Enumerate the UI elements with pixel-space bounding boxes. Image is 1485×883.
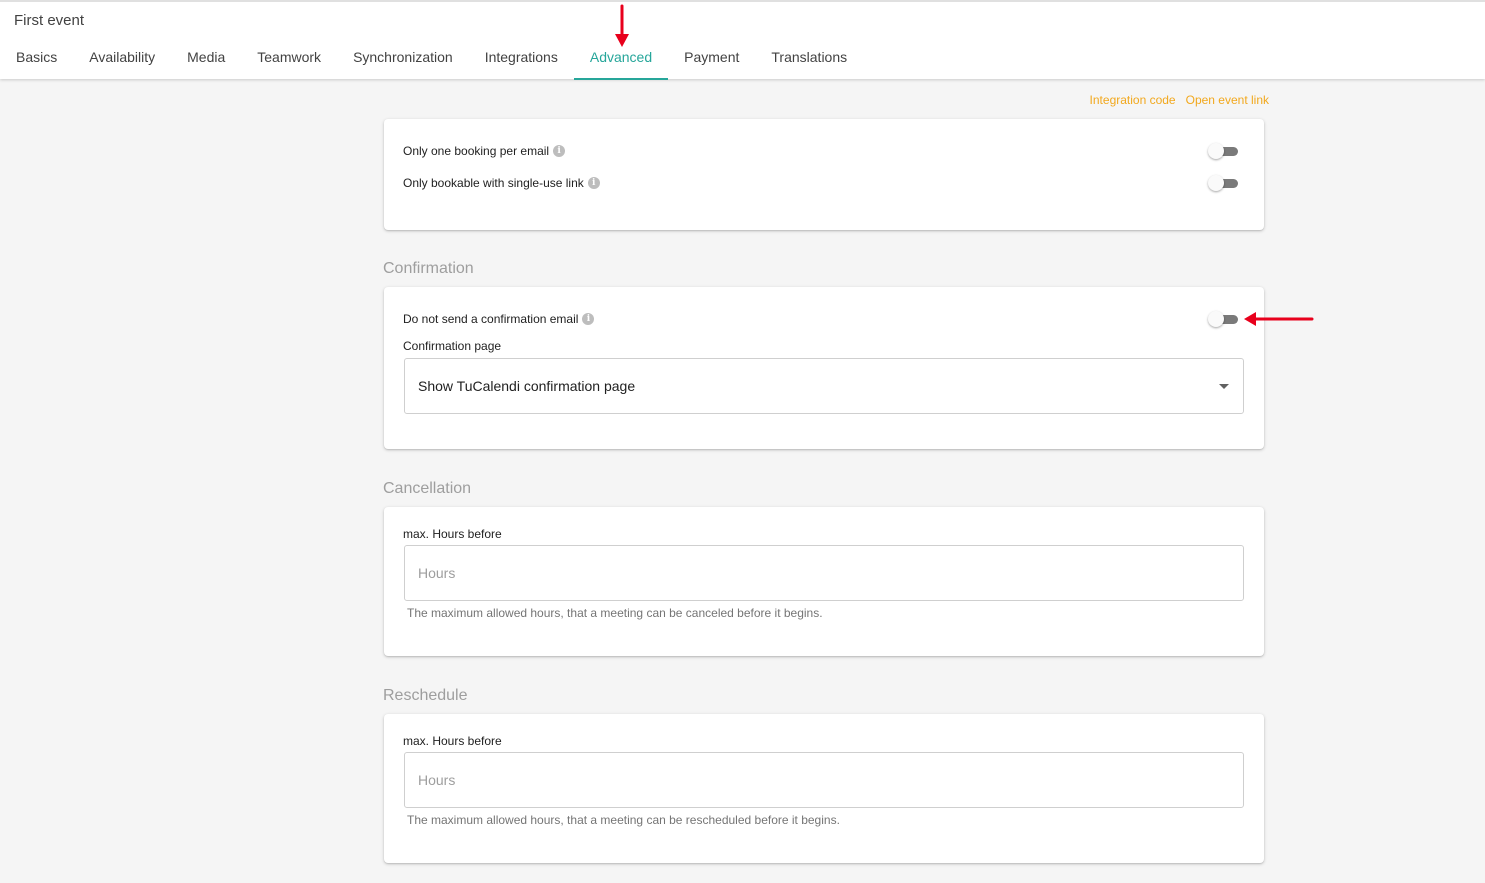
tab-translations[interactable]: Translations (755, 40, 863, 80)
single-use-link-row: Only bookable with single-use link i (403, 176, 600, 190)
cancellation-section-title: Cancellation (383, 480, 472, 497)
cancellation-hours-label: max. Hours before (403, 527, 502, 541)
toggle-knob (1208, 175, 1224, 191)
confirmation-card: Do not send a confirmation email i Confi… (384, 287, 1264, 449)
reschedule-section-title: Reschedule (383, 687, 468, 704)
tab-integrations[interactable]: Integrations (469, 40, 574, 80)
open-event-link[interactable]: Open event link (1186, 93, 1269, 107)
tab-payment[interactable]: Payment (668, 40, 755, 80)
confirmation-page-value: Show TuCalendi confirmation page (418, 378, 636, 394)
top-links: Integration code Open event link (1090, 93, 1269, 107)
reschedule-card: max. Hours before Hours The maximum allo… (384, 714, 1264, 863)
cancellation-hours-input[interactable]: Hours (404, 545, 1244, 601)
tab-availability[interactable]: Availability (73, 40, 171, 80)
booking-restrictions-card: Only one booking per email i Only bookab… (384, 119, 1264, 230)
only-one-booking-row: Only one booking per email i (403, 144, 566, 158)
no-confirmation-email-toggle[interactable] (1208, 311, 1238, 327)
reschedule-hours-placeholder: Hours (418, 772, 456, 788)
reschedule-hint: The maximum allowed hours, that a meetin… (407, 813, 840, 827)
tab-synchronization[interactable]: Synchronization (337, 40, 469, 80)
tab-bar: Basics Availability Media Teamwork Synch… (0, 40, 863, 80)
page-title: First event (14, 12, 85, 29)
tab-media[interactable]: Media (171, 40, 241, 80)
reschedule-hours-input[interactable]: Hours (404, 752, 1244, 808)
info-icon[interactable]: i (553, 145, 566, 157)
chevron-down-icon (1219, 384, 1229, 389)
confirmation-section-title: Confirmation (383, 260, 474, 277)
tab-teamwork[interactable]: Teamwork (241, 40, 337, 80)
info-icon[interactable]: i (587, 177, 600, 189)
only-one-booking-toggle[interactable] (1208, 143, 1238, 159)
tab-basics[interactable]: Basics (0, 40, 73, 80)
red-arrow-icon (615, 4, 629, 47)
confirmation-page-label: Confirmation page (403, 339, 502, 353)
reschedule-hours-label: max. Hours before (403, 734, 502, 748)
confirmation-page-select[interactable]: Show TuCalendi confirmation page (404, 358, 1244, 414)
toggle-knob (1208, 311, 1224, 327)
cancellation-hours-placeholder: Hours (418, 565, 456, 581)
info-icon[interactable]: i (582, 313, 595, 325)
integration-code-link[interactable]: Integration code (1090, 93, 1176, 107)
no-confirmation-email-label: Do not send a confirmation email (403, 312, 579, 326)
top-bar: First event Basics Availability Media Te… (0, 0, 1485, 80)
red-arrow-icon (1244, 312, 1314, 326)
single-use-link-label: Only bookable with single-use link (403, 176, 584, 190)
single-use-link-toggle[interactable] (1208, 175, 1238, 191)
no-confirmation-email-row: Do not send a confirmation email i (403, 312, 595, 326)
cancellation-card: max. Hours before Hours The maximum allo… (384, 507, 1264, 656)
cancellation-hint: The maximum allowed hours, that a meetin… (407, 606, 823, 620)
toggle-knob (1208, 143, 1224, 159)
only-one-booking-label: Only one booking per email (403, 144, 550, 158)
